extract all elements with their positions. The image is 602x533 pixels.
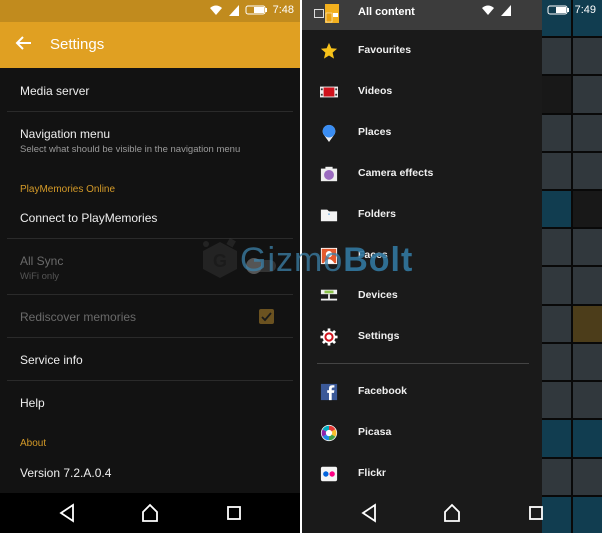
category-playmemories: PlayMemories Online — [20, 184, 116, 195]
divider — [7, 380, 293, 381]
checkmark-icon — [261, 312, 272, 322]
drawer-item-faces[interactable]: Faces — [302, 241, 542, 271]
divider — [7, 238, 293, 239]
setting-title: Help — [20, 396, 45, 410]
signal-icon — [228, 4, 239, 16]
drawer-item-label: Devices — [358, 289, 398, 301]
drawer-item-camera-effects[interactable]: Camera effects — [302, 159, 542, 189]
recents-nav-icon[interactable] — [528, 503, 544, 523]
status-time: 7:48 — [272, 4, 294, 16]
setting-service-info[interactable]: Service info — [0, 353, 300, 367]
arrow-left-icon[interactable] — [14, 33, 34, 53]
navigation-drawer: All content Favourites Videos Places Cam… — [302, 0, 542, 533]
wifi-icon — [209, 5, 222, 15]
page-title: Settings — [50, 36, 105, 53]
setting-rediscover-memories: Rediscover memories — [0, 310, 300, 324]
signal-icon — [500, 4, 511, 16]
setting-title: Service info — [20, 353, 83, 367]
flickr-icon — [320, 466, 338, 482]
drawer-divider — [317, 363, 529, 364]
drawer-item-label: Settings — [358, 330, 400, 342]
setting-title: Media server — [20, 84, 90, 98]
status-bar: 7:49 — [481, 4, 596, 16]
gear-icon — [320, 328, 338, 346]
setting-connect-playmemories[interactable]: Connect to PlayMemories — [0, 211, 300, 225]
star-icon — [320, 42, 338, 59]
map-pin-icon — [322, 124, 336, 142]
back-nav-icon[interactable] — [360, 503, 378, 523]
drawer-item-label: Facebook — [358, 385, 408, 397]
status-bar: 7:48 — [0, 0, 300, 22]
status-time: 7:49 — [574, 4, 596, 16]
drawer-item-picasa[interactable]: Picasa — [302, 418, 542, 448]
drawer-item-settings[interactable]: Settings — [302, 322, 542, 352]
category-about: About — [20, 438, 47, 449]
drawer-item-facebook[interactable]: Facebook — [302, 377, 542, 407]
face-icon — [320, 247, 338, 265]
film-icon — [320, 86, 338, 98]
drawer-item-flickr[interactable]: Flickr — [302, 459, 542, 489]
back-nav-icon[interactable] — [58, 503, 76, 523]
drawer-item-places[interactable]: Places — [302, 118, 542, 148]
navigation-bar — [0, 493, 300, 533]
all-content-icon — [314, 4, 339, 23]
divider — [7, 294, 293, 295]
setting-title: Navigation menu — [20, 127, 111, 141]
divider — [7, 111, 293, 112]
setting-help[interactable]: Help — [0, 396, 300, 410]
folder-icon — [320, 209, 338, 222]
drawer-item-label: Favourites — [358, 44, 412, 56]
rediscover-checkbox[interactable] — [259, 309, 274, 324]
home-nav-icon[interactable] — [141, 503, 159, 523]
home-nav-icon[interactable] — [443, 503, 461, 523]
drawer-item-devices[interactable]: Devices — [302, 281, 542, 311]
all-sync-toggle[interactable] — [246, 258, 276, 274]
drawer-item-favourites[interactable]: Favourites — [302, 36, 542, 66]
devices-icon — [320, 289, 338, 301]
app-bar: Settings — [0, 22, 300, 68]
drawer-item-label: Folders — [358, 208, 396, 220]
drawer-item-label: Places — [358, 126, 392, 138]
setting-subtitle: Select what should be visible in the nav… — [20, 144, 241, 155]
drawer-item-label: Faces — [358, 249, 388, 261]
divider — [7, 337, 293, 338]
drawer-item-label: Camera effects — [358, 167, 434, 179]
toggle-thumb — [246, 258, 262, 274]
camera-icon — [320, 166, 338, 182]
facebook-icon — [320, 383, 338, 401]
drawer-item-videos[interactable]: Videos — [302, 77, 542, 107]
wifi-icon — [481, 5, 494, 15]
drawer-item-label: Flickr — [358, 467, 387, 479]
recents-nav-icon[interactable] — [226, 503, 242, 523]
setting-title: Connect to PlayMemories — [20, 211, 158, 225]
drawer-header-label: All content — [358, 6, 415, 18]
battery-icon — [547, 5, 569, 15]
battery-icon — [245, 5, 267, 15]
setting-title: Rediscover memories — [20, 310, 137, 324]
setting-version: Version 7.2.A.0.4 — [0, 466, 300, 480]
setting-navigation-menu[interactable]: Navigation menu Select what should be vi… — [0, 127, 300, 155]
settings-screen: 7:48 Settings Media server Navigation me… — [0, 0, 300, 533]
album-screen: 7:49 All content Favourites Videos Place… — [302, 0, 602, 533]
navigation-bar — [302, 493, 602, 533]
setting-media-server[interactable]: Media server — [0, 84, 300, 98]
drawer-item-label: Videos — [358, 85, 393, 97]
setting-title: Version 7.2.A.0.4 — [20, 466, 112, 480]
picasa-icon — [320, 424, 338, 442]
drawer-item-label: Picasa — [358, 426, 392, 438]
scrim — [542, 0, 602, 533]
drawer-item-folders[interactable]: Folders — [302, 200, 542, 230]
